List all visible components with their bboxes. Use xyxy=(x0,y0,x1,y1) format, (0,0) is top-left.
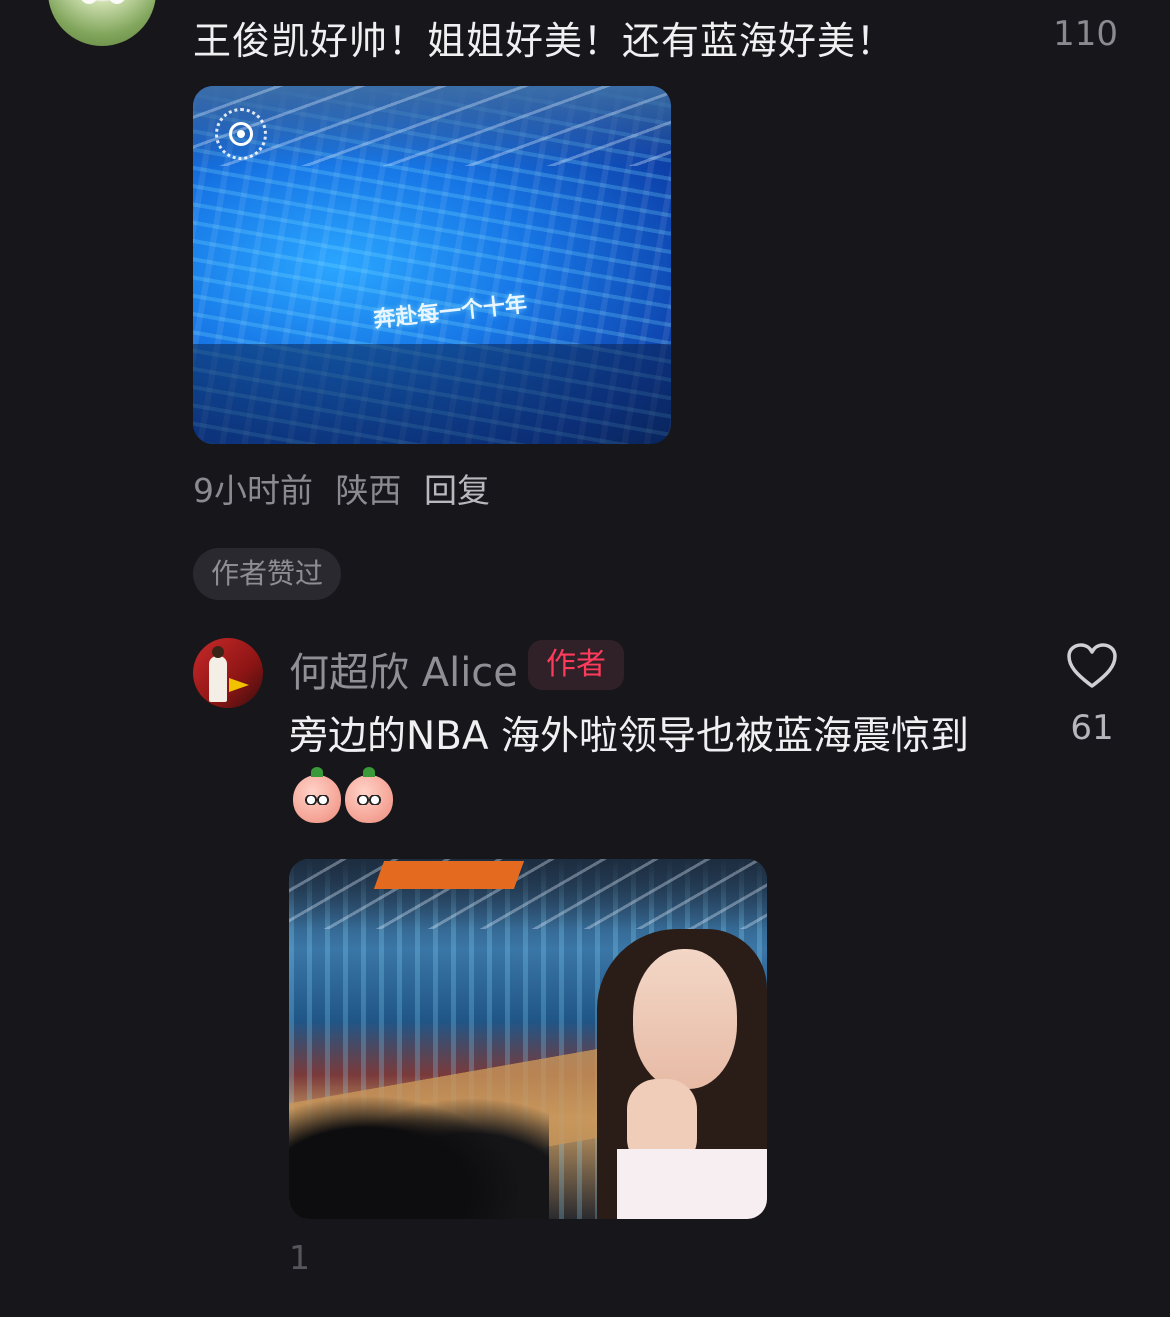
image-face xyxy=(633,949,737,1089)
image-scoreboard xyxy=(373,861,525,889)
like-count[interactable]: 110 xyxy=(1053,14,1118,54)
author-liked-badge: 作者赞过 xyxy=(193,548,342,600)
image-clothing xyxy=(617,1149,767,1219)
image-person xyxy=(587,929,767,1219)
peach-face-emoji xyxy=(293,767,341,823)
avatar-flag xyxy=(229,678,249,692)
comment-text-body: 旁边的NBA 海外啦领导也被蓝海震惊到 xyxy=(289,714,970,759)
author-avatar[interactable] xyxy=(193,638,263,708)
reply-button[interactable]: 回复 xyxy=(424,471,490,510)
author-name[interactable]: 何超欣 Alice xyxy=(289,640,518,698)
comment-text: 王俊凯好帅！姐姐好美！还有蓝海好美！ xyxy=(193,19,896,63)
peach-face-emoji xyxy=(345,767,393,823)
comment-text: 旁边的NBA 海外啦领导也被蓝海震惊到 xyxy=(289,704,989,836)
image-crowd xyxy=(289,1079,549,1219)
comment-meta: 9小时前 陕西 回复 xyxy=(193,464,502,512)
image-roof xyxy=(289,859,767,929)
comment-image[interactable] xyxy=(289,859,767,1219)
comment-time: 9小时前 xyxy=(193,471,313,510)
comment-location: 陕西 xyxy=(335,471,402,510)
like-count: 61 xyxy=(1070,708,1114,748)
live-photo-icon xyxy=(215,108,267,160)
comment-meta: 1 xyxy=(289,1238,310,1277)
author-tag: 作者 xyxy=(528,640,624,690)
avatar-decoration xyxy=(78,0,100,4)
avatar-figure xyxy=(209,646,227,702)
image-overlay-text: 奔赴每一个十年 xyxy=(372,292,529,333)
commenter-avatar[interactable] xyxy=(48,0,156,46)
comment-image[interactable]: 奔赴每一个十年 xyxy=(193,86,671,444)
avatar-decoration xyxy=(106,0,128,4)
heart-icon[interactable] xyxy=(1066,642,1118,690)
